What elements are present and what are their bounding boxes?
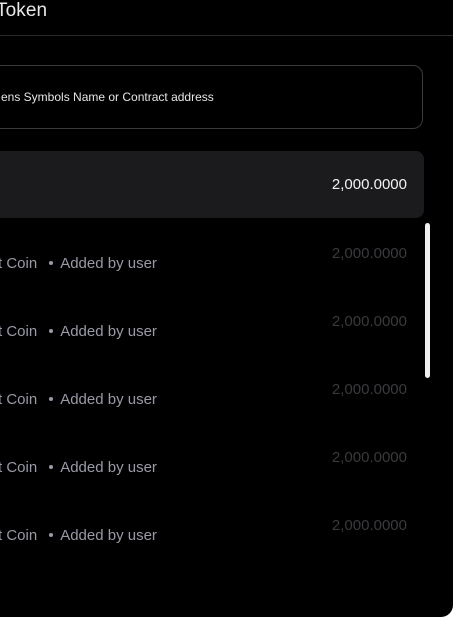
token-row[interactable]: t Coin Added by user 2,000.0000 [0,424,424,492]
token-balance: 2,000.0000 [331,517,407,534]
token-tag: Added by user [60,255,157,272]
token-row[interactable]: t Coin Added by user 2,000.0000 [0,356,424,424]
separator-dot [49,260,54,265]
search-input[interactable]: ens Symbols Name or Contract address [0,65,423,129]
token-description: t Coin Added by user [0,255,157,272]
search-placeholder: ens Symbols Name or Contract address [1,90,214,104]
token-name: t Coin [0,459,38,476]
token-row[interactable]: t Coin Added by user 2,000.0000 [0,492,424,560]
token-name: t Coin [0,527,38,544]
token-balance: 2,000.0000 [331,245,407,262]
token-name: t Coin [0,323,38,340]
token-description: t Coin Added by user [0,527,157,544]
token-tag: Added by user [60,391,157,408]
token-row[interactable]: t Coin Added by user 2,000.0000 [0,220,424,288]
list-scrollbar[interactable] [425,223,430,378]
token-tag: Added by user [60,323,157,340]
token-description: t Coin Added by user [0,391,157,408]
token-description: t Coin Added by user [0,323,157,340]
token-name: t Coin [0,391,38,408]
token-tag: Added by user [60,459,157,476]
token-tag: Added by user [60,527,157,544]
separator-dot [49,532,54,537]
token-list: t Coin Added by user 2,000.0000 t Coin Add… [0,220,453,570]
token-balance: 2,000.0000 [331,449,407,466]
selected-token-balance: 2,000.0000 [331,176,407,193]
token-balance: 2,000.0000 [331,381,407,398]
token-balance: 2,000.0000 [331,313,407,330]
token-select-panel: Token ens Symbols Name or Contract addre… [0,0,453,617]
token-name: t Coin [0,255,38,272]
title-divider [0,35,453,36]
separator-dot [49,328,54,333]
selected-token-row[interactable]: 2,000.0000 [0,151,424,218]
token-description: t Coin Added by user [0,459,157,476]
separator-dot [49,396,54,401]
separator-dot [49,464,54,469]
panel-title: Token [0,0,48,21]
token-row[interactable]: t Coin Added by user 2,000.0000 [0,288,424,356]
